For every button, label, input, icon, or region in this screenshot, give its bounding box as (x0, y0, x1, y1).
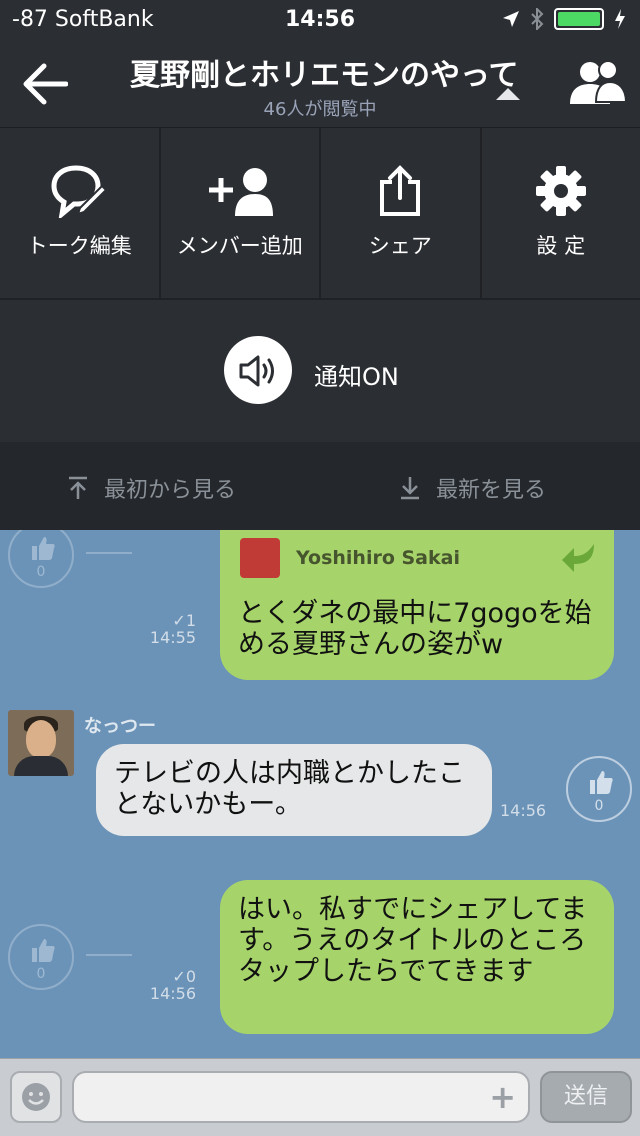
charging-icon (615, 9, 625, 29)
read-count: ✓0 (172, 967, 196, 986)
message-text: はい。私すでにシェアしてます。うえのタイトルのところタップしたらでてきます (238, 894, 588, 987)
share-icon (380, 165, 421, 216)
divider (86, 954, 132, 956)
attach-plus-icon[interactable]: + (489, 1081, 516, 1113)
like-count: 0 (36, 564, 46, 580)
message-bubble-own[interactable]: Yoshihiro Sakai とくダネの最中に7gogoを始める夏野さんの姿が… (220, 530, 614, 680)
quote-avatar (240, 538, 280, 578)
share-label: シェア (368, 234, 432, 258)
like-button[interactable]: 0 (8, 924, 74, 990)
thumbs-up-icon (32, 939, 55, 962)
settings-label: 設 定 (536, 234, 586, 258)
viewer-count: 46人が閲覧中 (263, 99, 377, 120)
gear-icon (535, 166, 586, 216)
message-meta: ✓0 14:56 (140, 968, 196, 1002)
message-time: 14:55 (149, 628, 196, 647)
chat-area: 0 ✓1 14:55 Yoshihiro Sakai とくダネの最中に7gogo… (0, 530, 640, 1058)
share-button[interactable]: シェア (321, 128, 482, 298)
status-icons (502, 8, 626, 30)
like-button[interactable]: 0 (8, 530, 74, 588)
battery-icon (554, 8, 604, 30)
jump-to-first-label: 最初から見る (104, 478, 237, 503)
collapse-triangle-icon[interactable] (494, 86, 522, 102)
quote-author: Yoshihiro Sakai (296, 546, 460, 569)
members-icon[interactable] (566, 58, 628, 108)
avatar[interactable] (8, 710, 74, 776)
edit-bubble-icon (51, 165, 108, 218)
add-member-label: メンバー追加 (176, 234, 303, 258)
message-text: とくダネの最中に7gogoを始める夏野さんの姿がw (238, 598, 592, 660)
like-count: 0 (36, 966, 46, 982)
speaker-icon (239, 355, 274, 387)
sender-name: なっつー (84, 716, 156, 737)
add-member-button[interactable]: メンバー追加 (161, 128, 321, 298)
arrow-to-bottom-icon (401, 477, 419, 500)
message-input[interactable]: + (72, 1071, 530, 1123)
settings-button[interactable]: 設 定 (482, 128, 640, 298)
notification-toggle[interactable]: 通知ON (0, 300, 640, 442)
send-button[interactable]: 送信 (540, 1071, 632, 1123)
arrow-to-top-icon (69, 476, 87, 499)
location-icon (503, 11, 519, 27)
jump-to-first-button[interactable]: 最初から見る (66, 472, 236, 504)
message-time: 14:56 (500, 801, 547, 820)
jump-to-latest-button[interactable]: 最新を見る (398, 472, 546, 504)
speaker-button[interactable] (224, 336, 292, 404)
talk-menu: トーク編集 メンバー追加 シェア 設 定 (0, 128, 640, 300)
add-user-icon (208, 168, 273, 216)
emoji-button[interactable] (10, 1071, 62, 1123)
notify-label: 通知ON (314, 363, 399, 391)
jump-to-latest-label: 最新を見る (436, 478, 547, 503)
message-input-bar: + 送信 (0, 1058, 640, 1136)
page-title[interactable]: 夏野剛とホリエモンのやって (130, 50, 520, 94)
talk-edit-button[interactable]: トーク編集 (0, 128, 161, 298)
quoted-post[interactable]: Yoshihiro Sakai (240, 538, 460, 578)
thumbs-up-icon (32, 537, 55, 560)
divider (86, 552, 132, 554)
message-bubble-own[interactable]: はい。私すでにシェアしてます。うえのタイトルのところタップしたらでてきます (220, 880, 614, 1034)
bluetooth-icon (531, 8, 544, 30)
talk-edit-label: トーク編集 (26, 234, 132, 258)
status-bar: -87 SoftBank 14:56 (0, 0, 640, 40)
smiley-icon (22, 1083, 50, 1111)
chat-header: 夏野剛とホリエモンのやって 46人が閲覧中 (0, 40, 640, 128)
message-bubble-other[interactable]: テレビの人は内職とかしたことないかもー。 (96, 744, 492, 836)
message-text: テレビの人は内職とかしたことないかもー。 (114, 758, 465, 820)
thumbs-up-icon (590, 771, 613, 794)
like-count: 0 (594, 798, 604, 814)
read-count: ✓1 (172, 611, 196, 630)
message-meta: ✓1 14:55 (140, 612, 196, 646)
like-button[interactable]: 0 (566, 756, 632, 822)
reply-arrow-icon[interactable] (560, 542, 596, 574)
scroll-nav: 最初から見る 最新を見る (0, 442, 640, 530)
message-time: 14:56 (149, 984, 196, 1003)
